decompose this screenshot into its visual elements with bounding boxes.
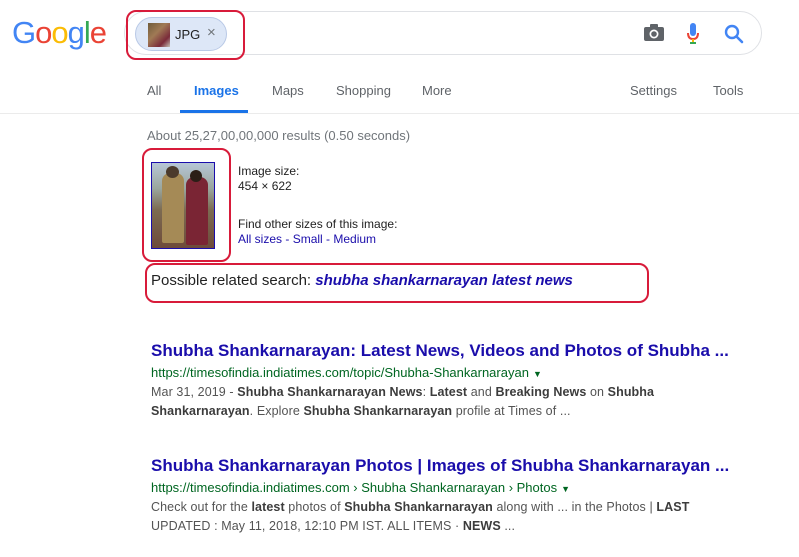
snippet-bold: Shankarnarayan <box>151 404 250 418</box>
mic-icon[interactable] <box>686 22 700 46</box>
image-info: Image size: 454 × 622 Find other sizes o… <box>238 164 397 247</box>
snippet-text: : <box>422 385 430 399</box>
google-logo[interactable]: Google <box>12 15 107 51</box>
find-sizes-label: Find other sizes of this image: <box>238 217 398 231</box>
tab-tools[interactable]: Tools <box>713 83 743 98</box>
snippet-text: along with ... in the Photos | <box>492 500 657 514</box>
tab-shopping[interactable]: Shopping <box>336 83 391 98</box>
snippet-bold: latest <box>251 500 285 514</box>
result-url-text: https://timesofindia.indiatimes.com/topi… <box>151 365 529 380</box>
small-size-link[interactable]: Small <box>293 232 323 246</box>
snippet-line: Mar 31, 2019 - Shubha Shankarnarayan New… <box>151 383 741 402</box>
snippet-bold: Shubha <box>607 385 655 399</box>
search-result: Shubha Shankarnarayan Photos | Images of… <box>151 456 741 536</box>
logo-letter: o <box>51 15 68 50</box>
result-stats: About 25,27,00,00,000 results (0.50 seco… <box>147 128 411 143</box>
snippet-text: UPDATED <box>151 519 211 533</box>
result-title-link[interactable]: Shubha Shankarnarayan Photos | Images of… <box>151 456 741 476</box>
snippet-line: Check out for the latest photos of Shubh… <box>151 498 741 517</box>
result-url-text: https://timesofindia.indiatimes.com › Sh… <box>151 480 558 495</box>
search-tabs: All Images Maps Shopping More Settings T… <box>0 80 799 114</box>
snippet-text: profile at Times of ... <box>452 404 571 418</box>
thumbnail-annotation-box <box>142 148 231 262</box>
snippet-line: UPDATED : May 11, 2018, 12:10 PM IST. AL… <box>151 517 741 536</box>
snippet-bold: Latest <box>429 385 468 399</box>
snippet-line: Shankarnarayan. Explore Shubha Shankarna… <box>151 402 741 421</box>
result-menu-caret-icon[interactable]: ▼ <box>533 369 542 379</box>
snippet-bold: Shubha Shankarnarayan News <box>237 385 423 399</box>
result-snippet: Check out for the latest photos of Shubh… <box>151 498 741 536</box>
snippet-bold: Breaking News <box>495 385 587 399</box>
tab-settings[interactable]: Settings <box>630 83 677 98</box>
snippet-text: Check out for the <box>151 500 252 514</box>
result-title-link[interactable]: Shubha Shankarnarayan: Latest News, Vide… <box>151 341 741 361</box>
tab-maps[interactable]: Maps <box>272 83 304 98</box>
tabs-divider <box>0 113 799 114</box>
result-snippet: Mar 31, 2019 - Shubha Shankarnarayan New… <box>151 383 741 421</box>
camera-icon[interactable] <box>643 23 665 43</box>
snippet-text: ... <box>500 519 516 533</box>
logo-letter: G <box>12 15 36 50</box>
related-annotation-box <box>145 263 649 303</box>
result-url: https://timesofindia.indiatimes.com/topi… <box>151 365 741 380</box>
image-size-value: 454 × 622 <box>238 179 292 193</box>
snippet-bold: Shubha Shankarnarayan <box>344 500 493 514</box>
snippet-bold: LAST <box>656 500 690 514</box>
tab-more[interactable]: More <box>422 83 452 98</box>
snippet-text: and <box>467 385 496 399</box>
tab-images[interactable]: Images <box>194 83 239 98</box>
size-separator: - <box>322 232 334 246</box>
snippet-text: Mar 31, 2019 - <box>151 385 238 399</box>
snippet-bold: Shubha Shankarnarayan <box>303 404 453 418</box>
snippet-bold: NEWS <box>462 519 501 533</box>
logo-letter: o <box>35 15 52 50</box>
snippet-text: : May 11, 2018, 12:10 PM IST. ALL ITEMS … <box>210 519 463 533</box>
snippet-text: photos of <box>284 500 345 514</box>
result-menu-caret-icon[interactable]: ▼ <box>561 484 570 494</box>
tab-all[interactable]: All <box>147 83 161 98</box>
medium-size-link[interactable]: Medium <box>333 232 376 246</box>
size-links: All sizes - Small - Medium <box>238 232 397 247</box>
result-url: https://timesofindia.indiatimes.com › Sh… <box>151 480 741 495</box>
search-result: Shubha Shankarnarayan: Latest News, Vide… <box>151 341 741 421</box>
chip-annotation-box <box>126 10 245 60</box>
snippet-text: . Explore <box>249 404 304 418</box>
all-sizes-link[interactable]: All sizes <box>238 232 282 246</box>
snippet-text: on <box>586 385 608 399</box>
logo-letter: e <box>89 15 107 50</box>
size-separator: - <box>282 232 293 246</box>
logo-letter: g <box>67 15 85 50</box>
search-icon[interactable] <box>724 24 744 44</box>
image-size-label: Image size: <box>238 164 300 178</box>
